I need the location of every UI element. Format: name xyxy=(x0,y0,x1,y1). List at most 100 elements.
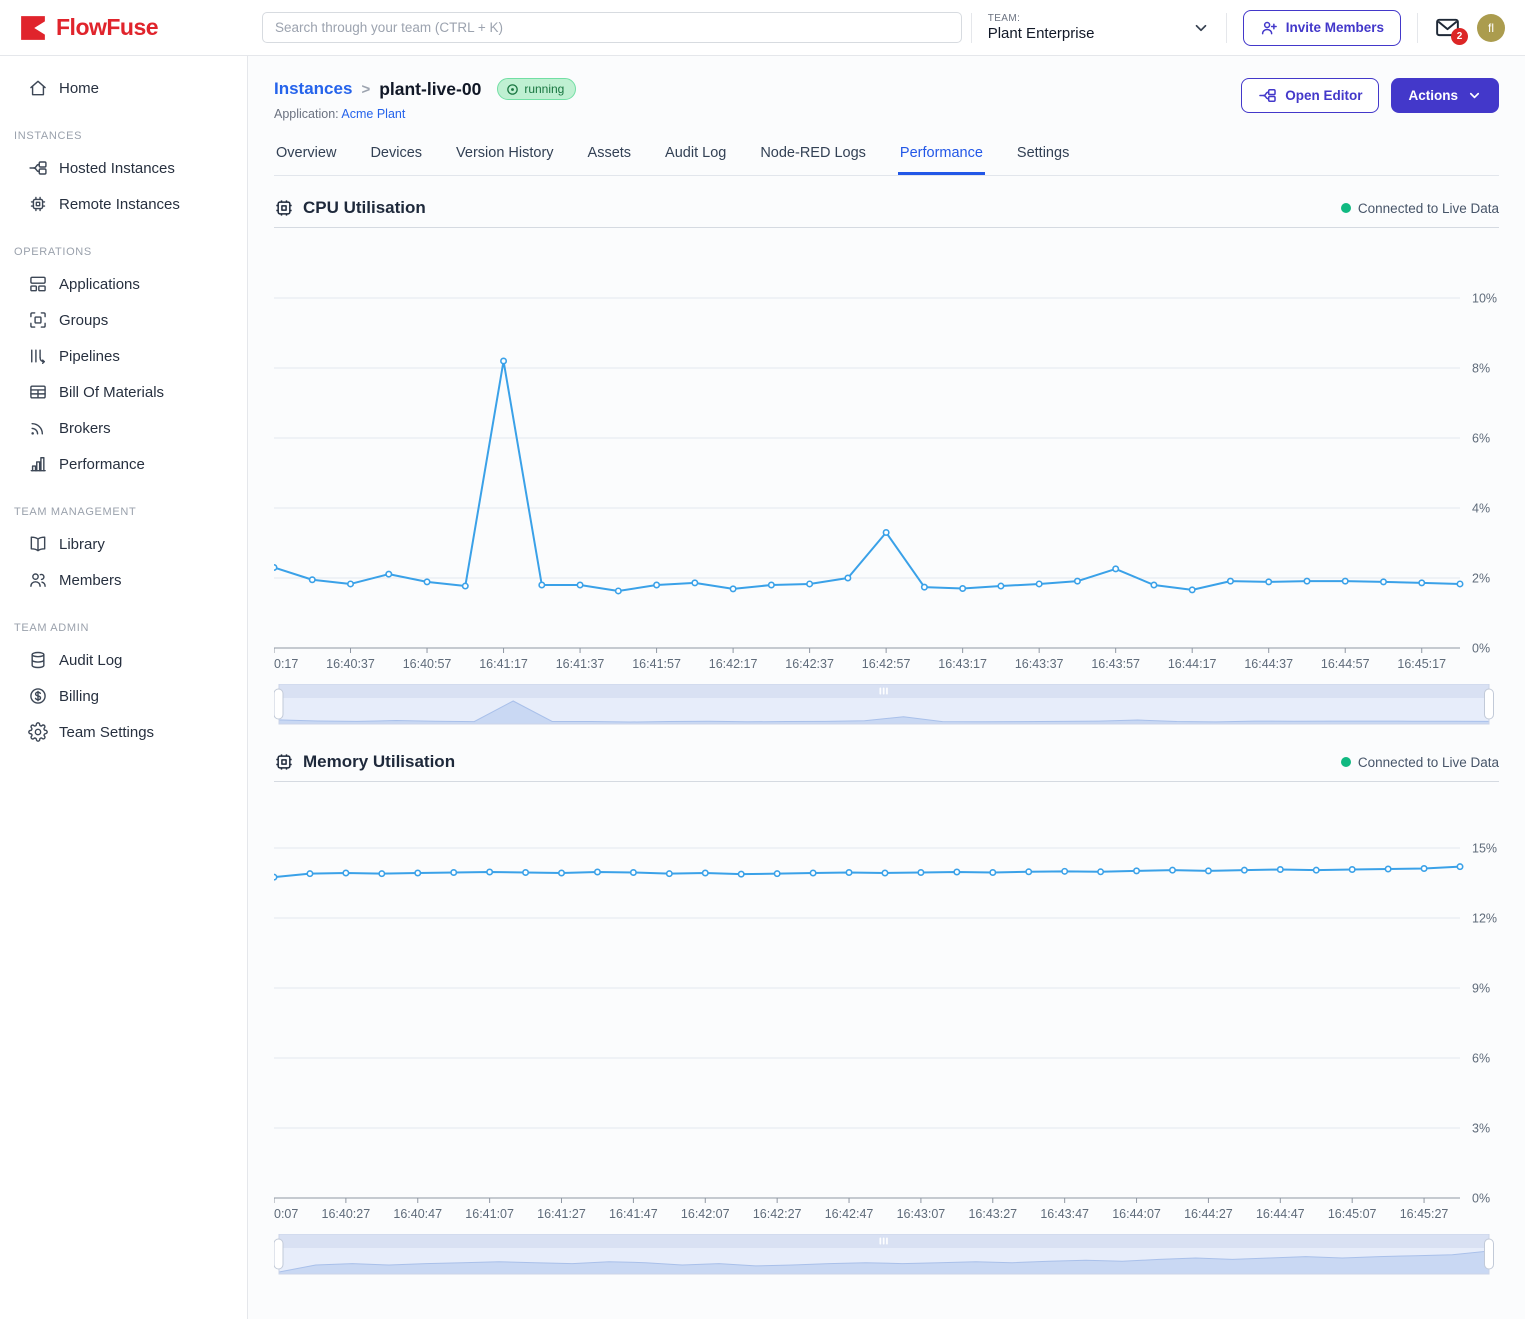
sidebar-item-label: Groups xyxy=(59,312,108,329)
head-actions: Open Editor Actions xyxy=(1241,78,1499,113)
svg-text:16:42:37: 16:42:37 xyxy=(785,657,834,671)
sidebar-item-billing[interactable]: Billing xyxy=(0,678,247,714)
svg-text:16:43:37: 16:43:37 xyxy=(1015,657,1064,671)
svg-text:16:42:27: 16:42:27 xyxy=(753,1207,802,1221)
bill-of-materials-icon xyxy=(28,382,48,402)
user-plus-icon xyxy=(1260,19,1278,37)
notifications-button[interactable]: 2 xyxy=(1434,16,1461,40)
svg-text:0%: 0% xyxy=(1472,642,1490,656)
search-input[interactable] xyxy=(262,12,962,43)
avatar[interactable]: fl xyxy=(1477,14,1505,42)
live-dot-icon xyxy=(1341,757,1351,767)
svg-text:16:42:57: 16:42:57 xyxy=(862,657,911,671)
sidebar-item-home[interactable]: Home xyxy=(0,70,247,106)
svg-text:16:41:27: 16:41:27 xyxy=(537,1207,586,1221)
team-name: Plant Enterprise xyxy=(988,25,1095,42)
cpu-chip-icon xyxy=(274,198,294,218)
sidebar-item-applications[interactable]: Applications xyxy=(0,266,247,302)
invite-members-button[interactable]: Invite Members xyxy=(1243,10,1401,46)
brush-handle-right[interactable] xyxy=(1485,689,1494,719)
divider xyxy=(1226,13,1227,43)
svg-text:6%: 6% xyxy=(1472,1052,1490,1066)
breadcrumb-separator: > xyxy=(361,81,370,98)
application-link[interactable]: Acme Plant xyxy=(341,107,405,121)
brush-handle-right[interactable] xyxy=(1485,1239,1494,1269)
breadcrumb-instances-link[interactable]: Instances xyxy=(274,79,352,99)
hosted-instances-icon xyxy=(28,158,48,178)
live-dot-icon xyxy=(1341,203,1351,213)
svg-text:16:44:27: 16:44:27 xyxy=(1184,1207,1233,1221)
svg-text:16:43:07: 16:43:07 xyxy=(897,1207,946,1221)
cpu-chart-title: CPU Utilisation xyxy=(303,198,426,218)
applications-icon xyxy=(28,274,48,294)
cpu-live-status: Connected to Live Data xyxy=(1341,201,1499,216)
brand-name: FlowFuse xyxy=(56,14,158,41)
sidebar-item-label: Audit Log xyxy=(59,652,122,669)
sidebar-section-header-team-management: TEAM MANAGEMENT xyxy=(14,506,247,518)
tab-performance[interactable]: Performance xyxy=(898,137,985,175)
brush-handle-left[interactable] xyxy=(274,1239,283,1269)
team-selector[interactable]: TEAM: Plant Enterprise xyxy=(988,13,1210,42)
gear-icon xyxy=(28,722,48,742)
instance-tabs: Overview Devices Version History Assets Audi… xyxy=(274,137,1499,176)
home-icon xyxy=(28,78,48,98)
memory-chart-navigator-brush[interactable] xyxy=(274,1234,1498,1280)
sidebar-item-brokers[interactable]: Brokers xyxy=(0,410,247,446)
open-editor-button[interactable]: Open Editor xyxy=(1241,78,1379,113)
memory-utilisation-section: Memory Utilisation Connected to Live Dat… xyxy=(274,752,1499,1280)
sidebar-item-team-settings[interactable]: Team Settings xyxy=(0,714,247,750)
svg-text:16:41:47: 16:41:47 xyxy=(609,1207,658,1221)
main-content: Instances > plant-live-00 running Applic… xyxy=(248,56,1525,1319)
application-label: Application: xyxy=(274,107,339,121)
cpu-chart-navigator-brush[interactable] xyxy=(274,684,1498,730)
tab-version-history[interactable]: Version History xyxy=(454,137,556,175)
sidebar-item-performance[interactable]: Performance xyxy=(0,446,247,482)
sidebar-item-audit-log[interactable]: Audit Log xyxy=(0,642,247,678)
tab-overview[interactable]: Overview xyxy=(274,137,338,175)
sidebar-item-library[interactable]: Library xyxy=(0,526,247,562)
sidebar-item-hosted-instances[interactable]: Hosted Instances xyxy=(0,150,247,186)
svg-text:16:44:07: 16:44:07 xyxy=(1112,1207,1161,1221)
divider xyxy=(274,781,1499,782)
sidebar-item-members[interactable]: Members xyxy=(0,562,247,598)
status-badge-label: running xyxy=(524,82,564,96)
sidebar-item-groups[interactable]: Groups xyxy=(0,302,247,338)
groups-icon xyxy=(28,310,48,330)
sidebar-section-header-instances: INSTANCES xyxy=(14,130,247,142)
brush-handle-left[interactable] xyxy=(274,689,283,719)
sidebar-item-label: Performance xyxy=(59,456,145,473)
sidebar-item-bill-of-materials[interactable]: Bill Of Materials xyxy=(0,374,247,410)
svg-text:16:44:37: 16:44:37 xyxy=(1244,657,1293,671)
application-line: Application: Acme Plant xyxy=(274,107,576,121)
tab-audit-log[interactable]: Audit Log xyxy=(663,137,728,175)
svg-text:16:43:57: 16:43:57 xyxy=(1091,657,1140,671)
app-root: FlowFuse TEAM: Plant Enterprise Invite M… xyxy=(0,0,1525,1319)
sidebar-item-remote-instances[interactable]: Remote Instances xyxy=(0,186,247,222)
page-head: Instances > plant-live-00 running Applic… xyxy=(274,56,1499,121)
sidebar-section-header-operations: OPERATIONS xyxy=(14,246,247,258)
svg-text:8%: 8% xyxy=(1472,362,1490,376)
tab-settings[interactable]: Settings xyxy=(1015,137,1071,175)
svg-text:16:41:17: 16:41:17 xyxy=(479,657,528,671)
tab-devices[interactable]: Devices xyxy=(368,137,424,175)
tab-node-red-logs[interactable]: Node-RED Logs xyxy=(758,137,868,175)
library-icon xyxy=(28,534,48,554)
actions-button[interactable]: Actions xyxy=(1391,78,1499,113)
open-editor-label: Open Editor xyxy=(1285,88,1362,103)
svg-text:6%: 6% xyxy=(1472,432,1490,446)
sidebar-item-label: Team Settings xyxy=(59,724,154,741)
sidebar-item-pipelines[interactable]: Pipelines xyxy=(0,338,247,374)
members-icon xyxy=(28,570,48,590)
memory-live-status: Connected to Live Data xyxy=(1341,755,1499,770)
svg-text:16:45:07: 16:45:07 xyxy=(1328,1207,1377,1221)
flowfuse-logo[interactable]: FlowFuse xyxy=(0,13,248,43)
svg-text:16:45:27: 16:45:27 xyxy=(1400,1207,1449,1221)
memory-chart-title: Memory Utilisation xyxy=(303,752,455,772)
tab-assets[interactable]: Assets xyxy=(586,137,634,175)
pipelines-icon xyxy=(28,346,48,366)
audit-log-icon xyxy=(28,650,48,670)
invite-members-label: Invite Members xyxy=(1286,20,1384,35)
svg-text:16:44:57: 16:44:57 xyxy=(1321,657,1370,671)
cpu-utilisation-chart: 0%2%4%6%8%10%0:1716:40:3716:40:5716:41:1… xyxy=(274,236,1498,676)
sidebar-item-label: Bill Of Materials xyxy=(59,384,164,401)
